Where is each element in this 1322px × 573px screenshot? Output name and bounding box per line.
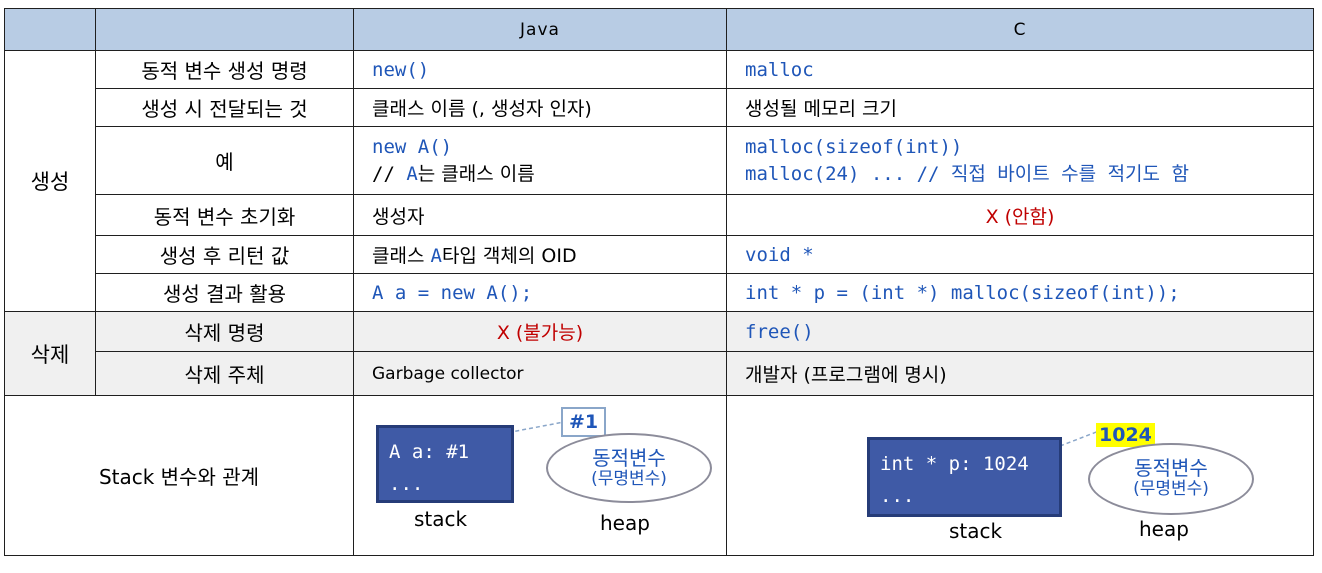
java-return: 클래스 A타입 객체의 OID: [353, 235, 727, 274]
c-stack-caption: stack: [949, 518, 1003, 543]
java-address-box: #1: [561, 406, 607, 437]
header-empty-2: [95, 8, 354, 51]
java-delete-command: X (불가능): [353, 311, 727, 352]
c-passed-arg: 생성될 메모리 크기: [726, 88, 1314, 127]
label-passed-arg: 생성 시 전달되는 것: [95, 88, 354, 127]
java-return-class-a: A: [430, 245, 442, 267]
label-init: 동적 변수 초기화: [95, 194, 354, 236]
c-dynamic-var: 동적변수: [1134, 455, 1208, 480]
row-use: 생성 결과 활용 A a = new A(); int * p = (int *…: [5, 273, 1314, 312]
row-create-command: 생성 동적 변수 생성 명령 new() malloc: [4, 50, 1314, 312]
java-stack-diagram: A a: #1 ... #1 동적변수 (무명변수) stack heap: [353, 395, 727, 556]
java-stack-ellipsis: ...: [389, 472, 424, 495]
c-anonymous-var: (무명변수): [1133, 478, 1209, 499]
java-example-class-a: A: [406, 162, 418, 185]
java-heap-ellipse: 동적변수 (무명변수): [546, 432, 712, 503]
row-return: 생성 후 리턴 값 클래스 A타입 객체의 OID void *: [5, 235, 1314, 274]
row-delete-command: 삭제 삭제 명령 X (불가능) free(): [4, 311, 1314, 396]
label-example: 예: [95, 126, 354, 195]
header-java: Java: [353, 8, 727, 51]
c-use: int * p = (int *) malloc(sizeof(int));: [726, 273, 1314, 312]
row-delete-who: 삭제 주체 Garbage collector 개발자 (프로그램에 명시): [5, 351, 1314, 396]
c-stack-box: int * p: 1024 ...: [867, 436, 1062, 517]
c-init: X (안함): [726, 194, 1314, 236]
c-example-line2: malloc(24) ... // 직접 바이트 수를 적기도 함: [745, 162, 1189, 185]
java-stack-caption: stack: [414, 506, 468, 531]
java-anonymous-var: (무명변수): [591, 468, 667, 489]
comparison-table: Java C 생성 동적 변수 생성 명령 new() malloc 생성 시 …: [4, 8, 1314, 556]
section-delete: 삭제: [4, 311, 96, 396]
section-create: 생성: [4, 50, 96, 312]
java-dynamic-var: 동적변수: [592, 445, 666, 470]
java-stack-var: A a: #1: [389, 440, 470, 463]
java-use: A a = new A();: [353, 273, 727, 312]
c-delete-command: free(): [726, 311, 1314, 352]
label-create-command: 동적 변수 생성 명령: [95, 50, 354, 89]
header-c: C: [726, 8, 1314, 51]
label-stack-relation: Stack 변수와 관계: [4, 395, 354, 556]
label-use: 생성 결과 활용: [95, 273, 354, 312]
label-delete-who: 삭제 주체: [95, 351, 354, 396]
c-heap-ellipse: 동적변수 (무명변수): [1088, 442, 1254, 515]
c-example-line1: malloc(sizeof(int)): [745, 135, 963, 158]
java-example: new A() // A는 클래스 이름: [353, 126, 727, 195]
c-return: void *: [726, 235, 1314, 274]
header-empty-1: [4, 8, 96, 51]
c-delete-who: 개발자 (프로그램에 명시): [726, 351, 1314, 396]
header-row: Java C: [4, 8, 1314, 51]
row-stack-relation: Stack 변수와 관계 A a: #1 ... #1 동적변수 (무명변수) …: [4, 395, 1314, 556]
label-delete-command: 삭제 명령: [95, 311, 354, 352]
java-delete-who: Garbage collector: [353, 351, 727, 396]
java-example-line2: // A는 클래스 이름: [372, 162, 535, 185]
c-stack-var: int * p: 1024: [880, 452, 1029, 475]
label-return: 생성 후 리턴 값: [95, 235, 354, 274]
java-init: 생성자: [353, 194, 727, 236]
row-init: 동적 변수 초기화 생성자 X (안함): [5, 194, 1314, 236]
row-passed-arg: 생성 시 전달되는 것 클래스 이름 (, 생성자 인자) 생성될 메모리 크기: [5, 88, 1314, 127]
c-address-highlight: 1024: [1096, 422, 1155, 447]
row-example: 예 new A() // A는 클래스 이름 malloc(sizeof(int…: [5, 126, 1314, 195]
c-stack-ellipsis: ...: [880, 484, 915, 507]
c-heap-caption: heap: [1139, 516, 1189, 541]
java-heap-caption: heap: [600, 510, 650, 535]
c-create-command: malloc: [726, 50, 1314, 89]
java-example-line1: new A(): [372, 135, 453, 158]
c-stack-diagram: int * p: 1024 ... 1024 동적변수 (무명변수) stack…: [726, 395, 1314, 556]
java-passed-arg: 클래스 이름 (, 생성자 인자): [353, 88, 727, 127]
java-create-command: new(): [353, 50, 727, 89]
java-stack-box: A a: #1 ...: [376, 424, 514, 503]
c-example: malloc(sizeof(int)) malloc(24) ... // 직접…: [726, 126, 1314, 195]
